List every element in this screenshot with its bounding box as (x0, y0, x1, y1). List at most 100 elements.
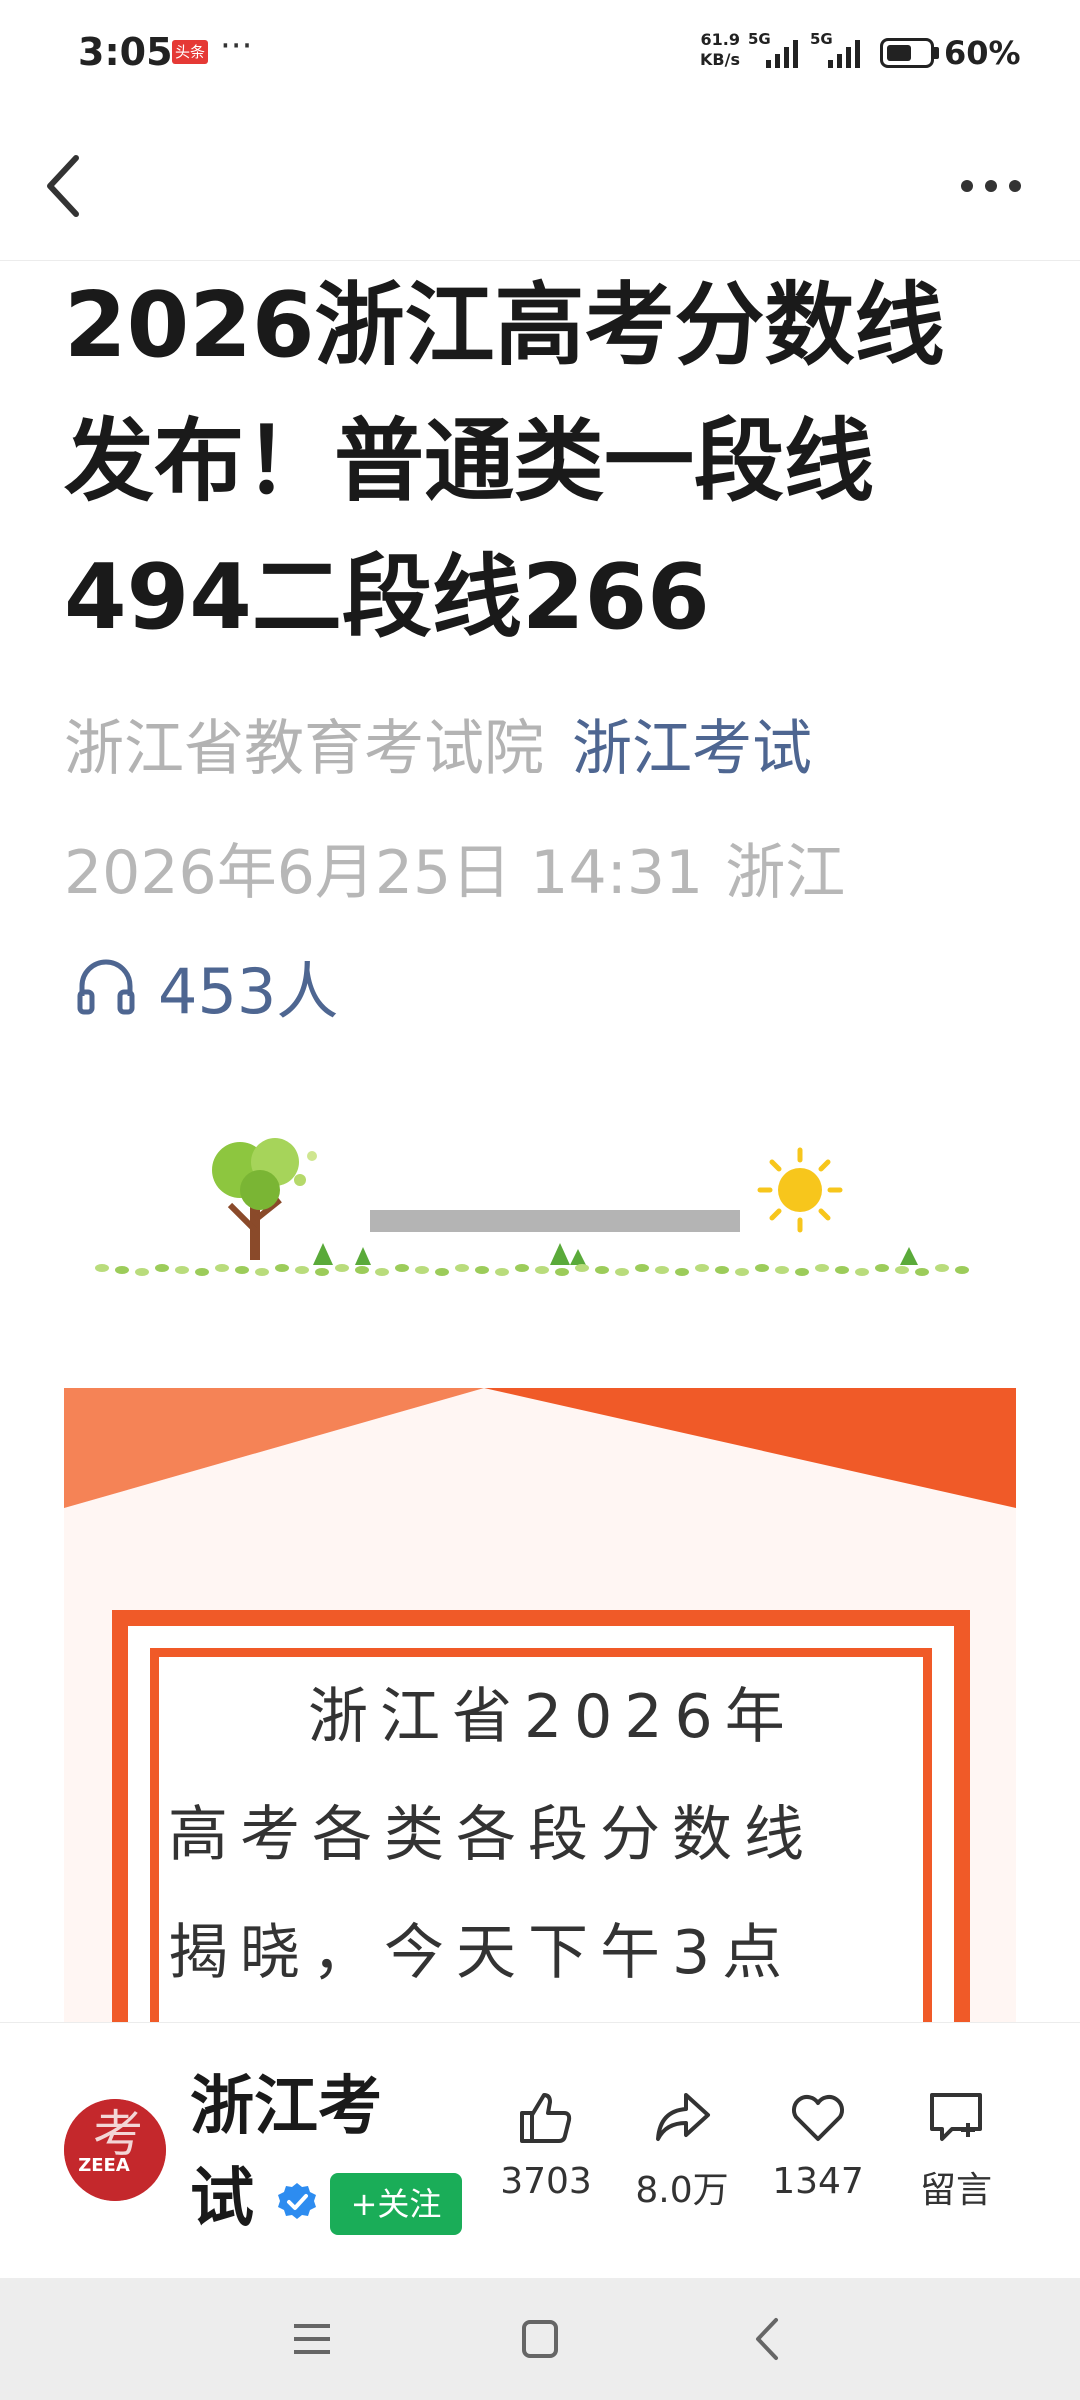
leaf (115, 1266, 129, 1274)
leaf (875, 1264, 889, 1272)
leaf-row (95, 1264, 969, 1276)
avatar-label: ZEEA (78, 2155, 130, 2176)
signal-icon (766, 40, 798, 68)
headphones-icon (77, 959, 135, 1015)
leaf (355, 1266, 369, 1274)
network-speed: 61.9 KB/s (694, 30, 740, 70)
leaf (315, 1268, 329, 1276)
leaf (815, 1264, 829, 1272)
article-region: 浙江 (725, 838, 846, 908)
leaf (435, 1268, 449, 1276)
leaf (715, 1266, 729, 1274)
thumbs-up-icon (520, 2093, 572, 2143)
blurred-divider (370, 1210, 740, 1232)
leaf (495, 1268, 509, 1276)
home-button[interactable] (518, 2314, 562, 2364)
comment-label: 留言 (919, 2170, 992, 2211)
network-speed-unit: KB/s (700, 50, 740, 69)
leaf (475, 1266, 489, 1274)
leaf (215, 1264, 229, 1272)
menu-icon (294, 2324, 330, 2354)
leaf (535, 1266, 549, 1274)
verified-badge-icon (278, 2183, 316, 2219)
back-arrow-icon (756, 2318, 778, 2360)
battery-percent: 60% (944, 34, 1021, 72)
leaf (935, 1264, 949, 1272)
share-icon (656, 2093, 710, 2141)
more-horizontal-icon (961, 180, 1021, 192)
leaf (955, 1266, 969, 1274)
leaf (775, 1266, 789, 1274)
share-button[interactable]: 8.0万 (622, 2085, 742, 2213)
bottom-action-bar: 考 ZEEA 浙江考试 +关注 3703 8.0万 1347 留言 (0, 2022, 1080, 2279)
article-source-link[interactable]: 浙江考试 (572, 714, 812, 784)
leaf (135, 1268, 149, 1276)
like-button[interactable]: 3703 (486, 2085, 606, 2202)
battery-tip (934, 47, 939, 59)
battery-level (887, 45, 911, 61)
article-body-text: 浙江省2026年高考各类各段分数线揭晓，今天下午3点起， (168, 1682, 816, 1988)
image-header-band (64, 1388, 1016, 1508)
decorative-banner-image (95, 1138, 969, 1276)
leaf (855, 1268, 869, 1276)
menu-button[interactable] (290, 2314, 334, 2364)
follow-button[interactable]: +关注 (330, 2173, 462, 2235)
article-title: 2026浙江高考分数线发布！普通类一段线494二段线266 (64, 273, 945, 650)
article-date-row: 2026年6月25日 14:31 浙江 (64, 824, 845, 911)
app-badge: 头条 (172, 40, 208, 64)
leaf (915, 1268, 929, 1276)
avatar[interactable]: 考 ZEEA (64, 2099, 166, 2201)
comment-button[interactable]: 留言 (896, 2085, 1016, 2213)
favorite-count: 1347 (772, 2161, 864, 2202)
leaf (735, 1268, 749, 1276)
listen-count[interactable]: 453人 (74, 946, 338, 1028)
listeners-count: 453人 (158, 955, 339, 1028)
top-nav-bar (0, 108, 1080, 261)
status-more-indicator: ··· (220, 26, 253, 66)
share-count: 8.0万 (635, 2170, 729, 2211)
leaf (375, 1268, 389, 1276)
article-image-card[interactable]: 浙江省2026年高考各类各段分数线揭晓，今天下午3点起， (64, 1388, 1016, 2028)
home-icon (522, 2320, 558, 2358)
more-button[interactable] (958, 166, 1024, 206)
leaf (235, 1266, 249, 1274)
leaf (395, 1264, 409, 1272)
status-time: 3:05 (78, 30, 173, 74)
sun-icon (757, 1147, 843, 1233)
leaf (255, 1268, 269, 1276)
leaf (295, 1266, 309, 1274)
leaf (695, 1264, 709, 1272)
chevron-left-icon (47, 155, 79, 217)
leaf (655, 1266, 669, 1274)
like-count: 3703 (500, 2161, 592, 2202)
signal-icon-2 (828, 40, 860, 68)
leaf (95, 1264, 109, 1272)
leaf (515, 1264, 529, 1272)
system-back-button[interactable] (746, 2314, 790, 2364)
grass-line (313, 1243, 918, 1265)
article-byline: 浙江省教育考试院 浙江考试 (64, 700, 812, 787)
back-button[interactable] (40, 148, 90, 224)
image-frame: 浙江省2026年高考各类各段分数线揭晓，今天下午3点起， (112, 1610, 970, 2028)
leaf (335, 1264, 349, 1272)
leaf (175, 1266, 189, 1274)
leaf (275, 1264, 289, 1272)
leaf (795, 1268, 809, 1276)
leaf (635, 1264, 649, 1272)
article-date: 2026年6月25日 14:31 (64, 838, 704, 908)
heart-icon (792, 2095, 844, 2141)
leaf (575, 1264, 589, 1272)
leaf (155, 1264, 169, 1272)
leaf (755, 1264, 769, 1272)
leaf (455, 1264, 469, 1272)
tree-icon (212, 1138, 317, 1260)
article-author: 浙江省教育考试院 (64, 714, 544, 784)
leaf (555, 1268, 569, 1276)
leaf (195, 1268, 209, 1276)
battery-icon (880, 38, 934, 68)
leaf (675, 1268, 689, 1276)
network-speed-value: 61.9 (700, 30, 740, 49)
comment-icon (930, 2093, 982, 2141)
leaf (415, 1266, 429, 1274)
favorite-button[interactable]: 1347 (758, 2085, 878, 2202)
